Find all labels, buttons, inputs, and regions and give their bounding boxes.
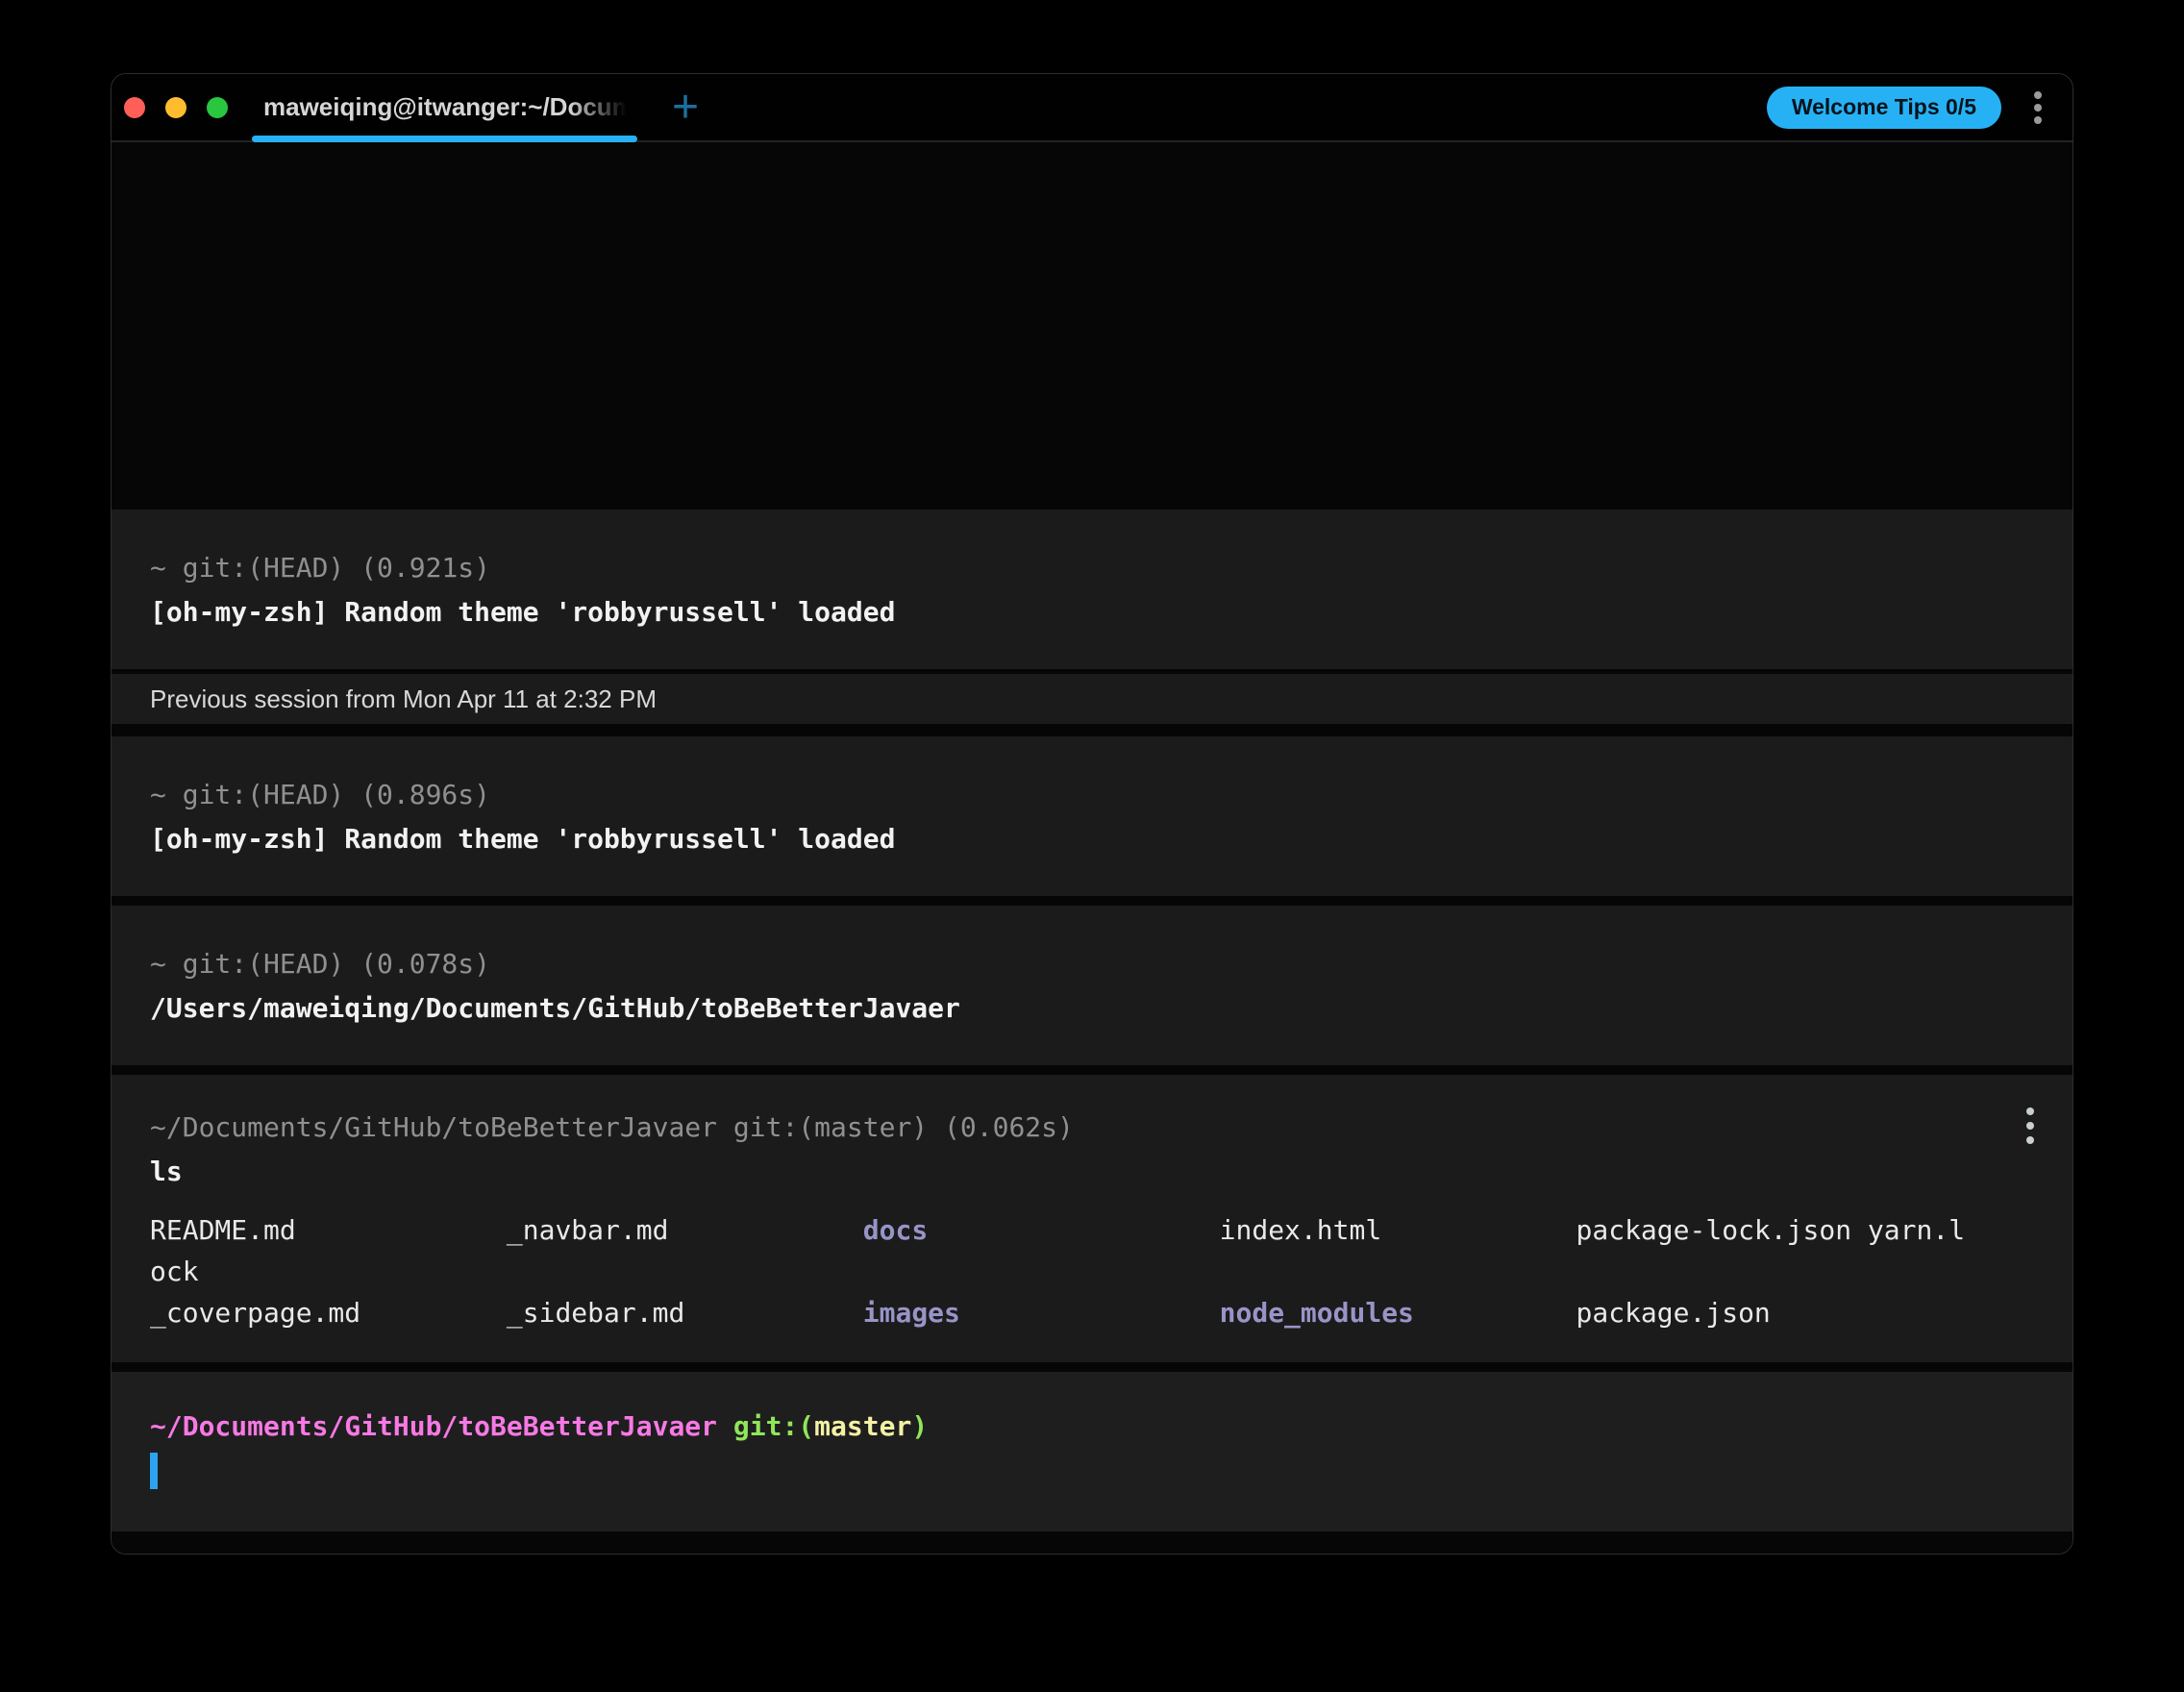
file-name: index.html (1219, 1214, 1576, 1246)
welcome-tips-button[interactable]: Welcome Tips 0/5 (1766, 86, 2001, 129)
kebab-dot (2034, 103, 2042, 112)
text-cursor (150, 1453, 158, 1489)
scrollback-empty-area (112, 142, 2072, 510)
ls-row: README.md _navbar.md docs index.html pac… (150, 1209, 2034, 1251)
block-prompt-header: ~ git:(HEAD) (0.078s) (150, 948, 491, 980)
block-prompt-header: ~ git:(HEAD) (0.896s) (150, 779, 491, 810)
directory-name: images (862, 1297, 1220, 1329)
block-prompt-header: ~ git:(HEAD) (0.921s) (150, 552, 491, 584)
file-name: ock (150, 1256, 199, 1287)
new-tab-button[interactable]: + (672, 84, 699, 130)
command-block: ~ git:(HEAD) (0.896s) [oh-my-zsh] Random… (112, 736, 2072, 896)
tab-title-fade (569, 82, 636, 127)
kebab-dot (2034, 90, 2042, 99)
file-name: _navbar.md (506, 1214, 863, 1246)
kebab-dot (2034, 115, 2042, 124)
block-output: /Users/maweiqing/Documents/GitHub/toBeBe… (150, 992, 960, 1024)
command-text: ls (150, 1156, 183, 1187)
kebab-dot (2026, 1135, 2034, 1144)
terminal-content: ~ git:(HEAD) (0.921s) [oh-my-zsh] Random… (112, 142, 2072, 1554)
traffic-lights (112, 96, 252, 118)
command-block: ~ git:(HEAD) (0.078s) /Users/maweiqing/D… (112, 906, 2072, 1065)
directory-name: node_modules (1219, 1297, 1576, 1329)
file-name: package.json (1576, 1297, 1771, 1329)
directory-name: docs (862, 1214, 1220, 1246)
file-name: README.md (150, 1214, 507, 1246)
kebab-dot (2026, 1107, 2034, 1115)
prompt-path: ~/Documents/GitHub/toBeBetterJavaer (150, 1410, 718, 1442)
ls-row: _coverpage.md _sidebar.md images node_mo… (150, 1292, 2034, 1333)
active-tab-indicator (252, 136, 637, 142)
command-block-ls: ~/Documents/GitHub/toBeBetterJavaer git:… (112, 1075, 2072, 1362)
file-name: package-lock.json yarn.l (1576, 1214, 1966, 1246)
block-prompt-header: ~/Documents/GitHub/toBeBetterJavaer git:… (150, 1111, 1074, 1143)
ls-row: ock (150, 1251, 2034, 1292)
command-block: ~ git:(HEAD) (0.921s) [oh-my-zsh] Random… (112, 510, 2072, 669)
current-prompt-block[interactable]: ~/Documents/GitHub/toBeBetterJavaer git:… (112, 1372, 2072, 1531)
ls-output: README.md _navbar.md docs index.html pac… (150, 1209, 2034, 1333)
prompt-git-prefix: git:( (717, 1410, 815, 1442)
shell-prompt: ~/Documents/GitHub/toBeBetterJavaer git:… (150, 1405, 2034, 1449)
terminal-window: maweiqing@itwanger:~/Docum + Welcome Tip… (111, 73, 2073, 1555)
tab-active[interactable]: maweiqing@itwanger:~/Docum (252, 74, 637, 142)
block-output: [oh-my-zsh] Random theme 'robbyrussell' … (150, 823, 896, 855)
command-input-line[interactable] (150, 1449, 2034, 1493)
prompt-git-branch: master (814, 1410, 912, 1442)
close-window-button[interactable] (124, 96, 145, 118)
kebab-dot (2026, 1121, 2034, 1130)
minimize-window-button[interactable] (165, 96, 186, 118)
window-menu-button[interactable] (2030, 85, 2046, 130)
titlebar: maweiqing@itwanger:~/Docum + Welcome Tip… (112, 74, 2072, 142)
zoom-window-button[interactable] (207, 96, 228, 118)
file-name: _sidebar.md (506, 1297, 863, 1329)
session-divider-label: Previous session from Mon Apr 11 at 2:32… (150, 684, 657, 713)
block-output: [oh-my-zsh] Random theme 'robbyrussell' … (150, 596, 896, 628)
file-name: _coverpage.md (150, 1297, 507, 1329)
prompt-git-suffix: ) (911, 1410, 929, 1442)
session-divider: Previous session from Mon Apr 11 at 2:32… (112, 674, 2072, 724)
block-menu-button[interactable] (2023, 1100, 2038, 1151)
